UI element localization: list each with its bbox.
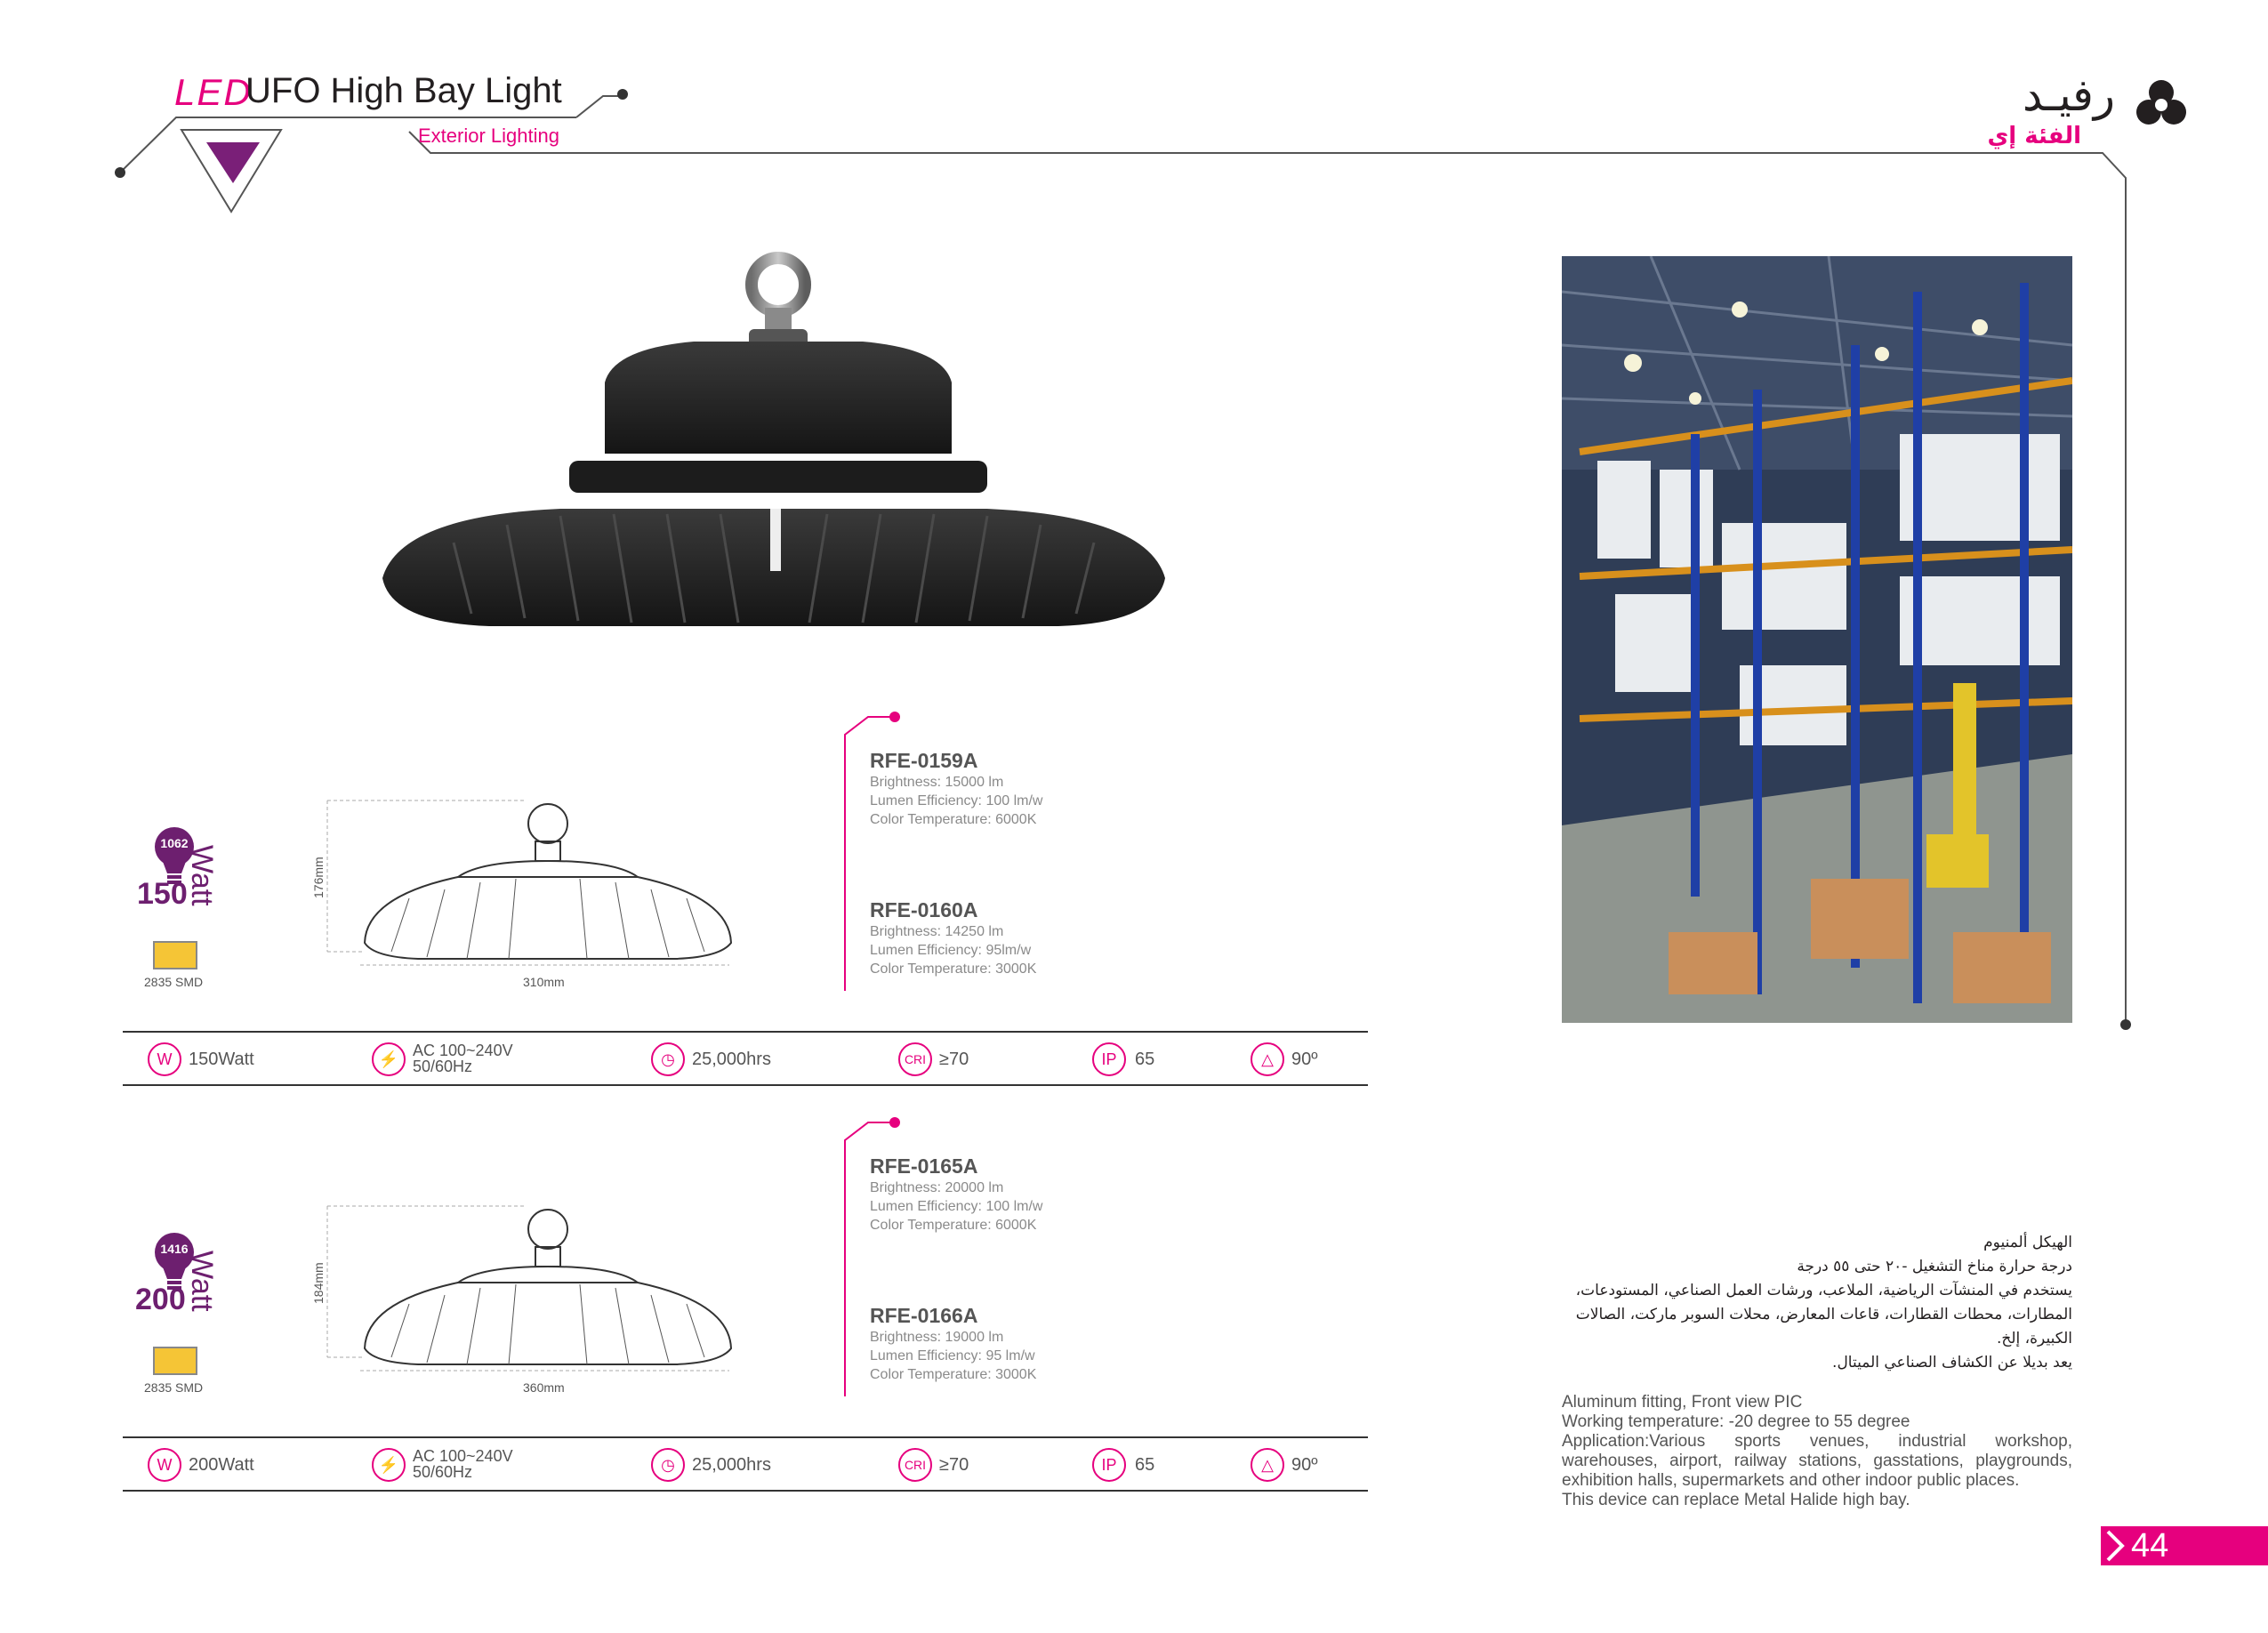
model-color-temp: Color Temperature: 6000K [870,1218,1037,1233]
watt-number: 200 [135,1283,186,1316]
spec-voltage-line1: AC 100~240V [413,1447,513,1465]
ar-line: الكبيرة، إلخ. [1996,1330,2072,1347]
clock-icon: ◷ [651,1448,685,1482]
model-color-temp: Color Temperature: 3000K [870,1367,1037,1382]
model-color-temp: Color Temperature: 3000K [870,961,1037,977]
spec-voltage: AC 100~240V 50/60Hz [413,1042,513,1074]
en-line: Application:Various sports venues, indus… [1562,1432,2072,1490]
model-info: RFE-0165A Brightness: 20000 lm Lumen Eff… [870,1154,1042,1235]
dimension-width: 360mm [523,1380,565,1395]
logo-arabic: رفيـد [2022,69,2115,121]
watt-word: Watt [185,1251,219,1312]
model-efficiency: Lumen Efficiency: 95 lm/w [870,1348,1035,1364]
power-icon: ⚡ [372,1448,406,1482]
ip-icon: IP [1092,1448,1126,1482]
ar-line: المطارات، محطات القطارات، قاعات المعارض،… [1575,1306,2072,1323]
dimension-height: 184mm [311,1262,326,1304]
spec-lifetime: 25,000hrs [692,1050,771,1069]
model-name: RFE-0160A [870,898,978,921]
watt-icon: W [148,1448,181,1482]
spec-angle: 90º [1291,1455,1318,1475]
spec-voltage-line2: 50/60Hz [413,1058,473,1075]
page-number: 44 [2131,1527,2169,1565]
cri-icon: CRI [898,1448,932,1482]
cri-icon: CRI [898,1042,932,1076]
ip-icon: IP [1092,1042,1126,1076]
model-brightness: Brightness: 15000 lm [870,775,1004,790]
spec-voltage: AC 100~240V 50/60Hz [413,1448,513,1480]
model-name: RFE-0159A [870,749,978,772]
ar-line: الهيكل ألمنيوم [1983,1234,2072,1251]
spec-voltage-line2: 50/60Hz [413,1463,473,1481]
led-label: LED [174,71,253,113]
en-line: This device can replace Metal Halide hig… [1562,1491,1910,1509]
dimension-drawing [326,1205,733,1372]
smd-label: 2835 SMD [144,1380,204,1395]
model-brightness: Brightness: 19000 lm [870,1330,1004,1345]
chevron-right-icon [2106,1530,2125,1562]
smd-chip-icon [153,1347,197,1375]
en-line: Working temperature: -20 degree to 55 de… [1562,1412,1910,1431]
spec-voltage-line1: AC 100~240V [413,1042,513,1059]
spec-cri: ≥70 [939,1455,969,1475]
model-efficiency: Lumen Efficiency: 100 lm/w [870,1199,1043,1214]
logo-icon [2136,78,2186,131]
ufo-light-photo [382,252,1165,626]
model-efficiency: Lumen Efficiency: 100 lm/w [870,793,1043,808]
dimension-height: 176mm [311,857,326,898]
model-info: RFE-0160A Brightness: 14250 lm Lumen Eff… [870,898,1036,978]
watt-number: 150 [137,877,188,911]
ar-line: يستخدم في المنشآت الرياضية، الملاعب، ورش… [1575,1282,2072,1299]
ar-line: درجة حرارة مناخ التشغيل -٢٠ حتى ٥٥ درجة [1797,1258,2072,1275]
model-brightness: Brightness: 14250 lm [870,924,1004,939]
power-icon: ⚡ [372,1042,406,1076]
model-name: RFE-0166A [870,1304,978,1327]
description-arabic: الهيكل ألمنيوم درجة حرارة مناخ التشغيل -… [1556,1231,2072,1375]
warehouse-photo [1562,256,2072,1023]
spec-watt: 150Watt [189,1050,254,1069]
model-color-temp: Color Temperature: 6000K [870,812,1037,827]
spec-ip: 65 [1135,1050,1155,1069]
ar-line: يعد بديلا عن الكشاف الصناعي الميتال. [1832,1354,2072,1372]
model-efficiency: Lumen Efficiency: 95lm/w [870,943,1032,958]
beam-angle-icon: △ [1251,1042,1284,1076]
spec-angle: 90º [1291,1050,1318,1069]
description-english: Aluminum fitting, Front view PIC Working… [1562,1393,2072,1510]
model-info: RFE-0159A Brightness: 15000 lm Lumen Eff… [870,749,1042,829]
page-title: UFO High Bay Light [245,71,562,110]
model-info: RFE-0166A Brightness: 19000 lm Lumen Eff… [870,1304,1036,1384]
spec-ip: 65 [1135,1455,1155,1475]
model-name: RFE-0165A [870,1154,978,1178]
smd-chip-icon [153,941,197,969]
en-line: Aluminum fitting, Front view PIC [1562,1393,1803,1412]
model-brightness: Brightness: 20000 lm [870,1180,1004,1195]
spec-cri: ≥70 [939,1050,969,1069]
watt-word: Watt [185,845,219,906]
logo-arabic-sub: الفئة إي [1987,123,2081,149]
beam-angle-icon: △ [1251,1448,1284,1482]
spec-lifetime: 25,000hrs [692,1455,771,1475]
dimension-width: 310mm [523,975,565,989]
clock-icon: ◷ [651,1042,685,1076]
spec-watt: 200Watt [189,1455,254,1475]
dimension-drawing [326,800,733,966]
watt-icon: W [148,1042,181,1076]
category-subtitle: Exterior Lighting [418,125,559,147]
smd-label: 2835 SMD [144,975,204,989]
